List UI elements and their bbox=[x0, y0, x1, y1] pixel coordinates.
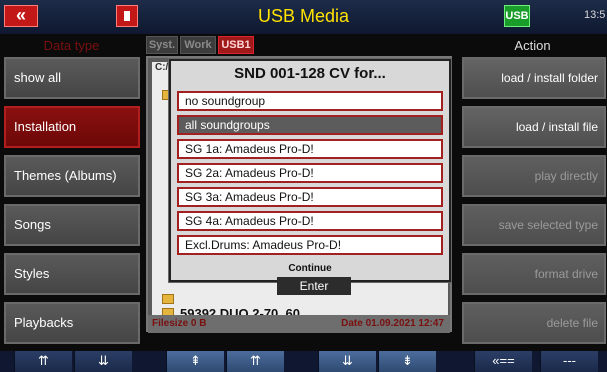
page-up-button[interactable]: ⇈ bbox=[226, 351, 284, 372]
option-no-soundgroup[interactable]: no soundgroup bbox=[177, 91, 443, 111]
delete-file-button[interactable]: delete file bbox=[462, 302, 606, 344]
scroll-bottom-button[interactable]: ⇟ bbox=[378, 351, 436, 372]
data-type-songs[interactable]: Songs bbox=[4, 204, 140, 246]
filesize-label: Filesize 0 B bbox=[152, 318, 207, 329]
load-install-file-button[interactable]: load / install file bbox=[462, 106, 606, 148]
page-up-left-button[interactable]: ⇈ bbox=[14, 351, 72, 372]
soundgroup-dialog: SND 001-128 CV for... no soundgroup all … bbox=[169, 59, 451, 295]
option-all-soundgroups[interactable]: all soundgroups bbox=[177, 115, 443, 135]
page-down-button[interactable]: ⇊ bbox=[318, 351, 376, 372]
usb-media-screen: « USB Media USB 13:5 Data type show all … bbox=[0, 0, 607, 372]
folder-icon bbox=[162, 294, 174, 304]
data-type-themes[interactable]: Themes (Albums) bbox=[4, 155, 140, 197]
enter-button[interactable]: Enter bbox=[277, 277, 351, 295]
scroll-top-button[interactable]: ⇞ bbox=[166, 351, 224, 372]
save-selected-type-button[interactable]: save selected type bbox=[462, 204, 606, 246]
data-type-styles[interactable]: Styles bbox=[4, 253, 140, 295]
data-type-caption: Data type bbox=[0, 36, 143, 56]
blank-button[interactable]: --- bbox=[540, 351, 598, 372]
page-down-left-button[interactable]: ⇊ bbox=[74, 351, 132, 372]
play-directly-button[interactable]: play directly bbox=[462, 155, 606, 197]
file-info-bar: Filesize 0 B Date 01.09.2021 12:47 bbox=[148, 315, 450, 333]
option-sg-3a[interactable]: SG 3a: Amadeus Pro-D! bbox=[177, 187, 443, 207]
tab-work[interactable]: Work bbox=[180, 36, 216, 54]
usb-icon: USB bbox=[504, 5, 530, 27]
option-sg-4a[interactable]: SG 4a: Amadeus Pro-D! bbox=[177, 211, 443, 231]
back-arrow-button[interactable]: «== bbox=[474, 351, 532, 372]
load-install-folder-button[interactable]: load / install folder bbox=[462, 57, 606, 99]
option-sg-1a[interactable]: SG 1a: Amadeus Pro-D! bbox=[177, 139, 443, 159]
action-caption: Action bbox=[514, 38, 551, 53]
format-drive-button[interactable]: format drive bbox=[462, 253, 606, 295]
data-type-playbacks[interactable]: Playbacks bbox=[4, 302, 140, 344]
tab-usb1[interactable]: USB1 bbox=[218, 36, 254, 54]
option-sg-2a[interactable]: SG 2a: Amadeus Pro-D! bbox=[177, 163, 443, 183]
data-type-installation[interactable]: Installation bbox=[4, 106, 140, 148]
dialog-title: SND 001-128 CV for... bbox=[234, 65, 386, 82]
continue-label: Continue bbox=[288, 263, 332, 274]
tab-syst[interactable]: Syst. bbox=[146, 36, 178, 54]
date-label: Date 01.09.2021 12:47 bbox=[341, 318, 444, 329]
option-excl-drums[interactable]: Excl.Drums: Amadeus Pro-D! bbox=[177, 235, 443, 255]
clock: 13:5 bbox=[584, 9, 606, 21]
data-type-show-all[interactable]: show all bbox=[4, 57, 140, 99]
